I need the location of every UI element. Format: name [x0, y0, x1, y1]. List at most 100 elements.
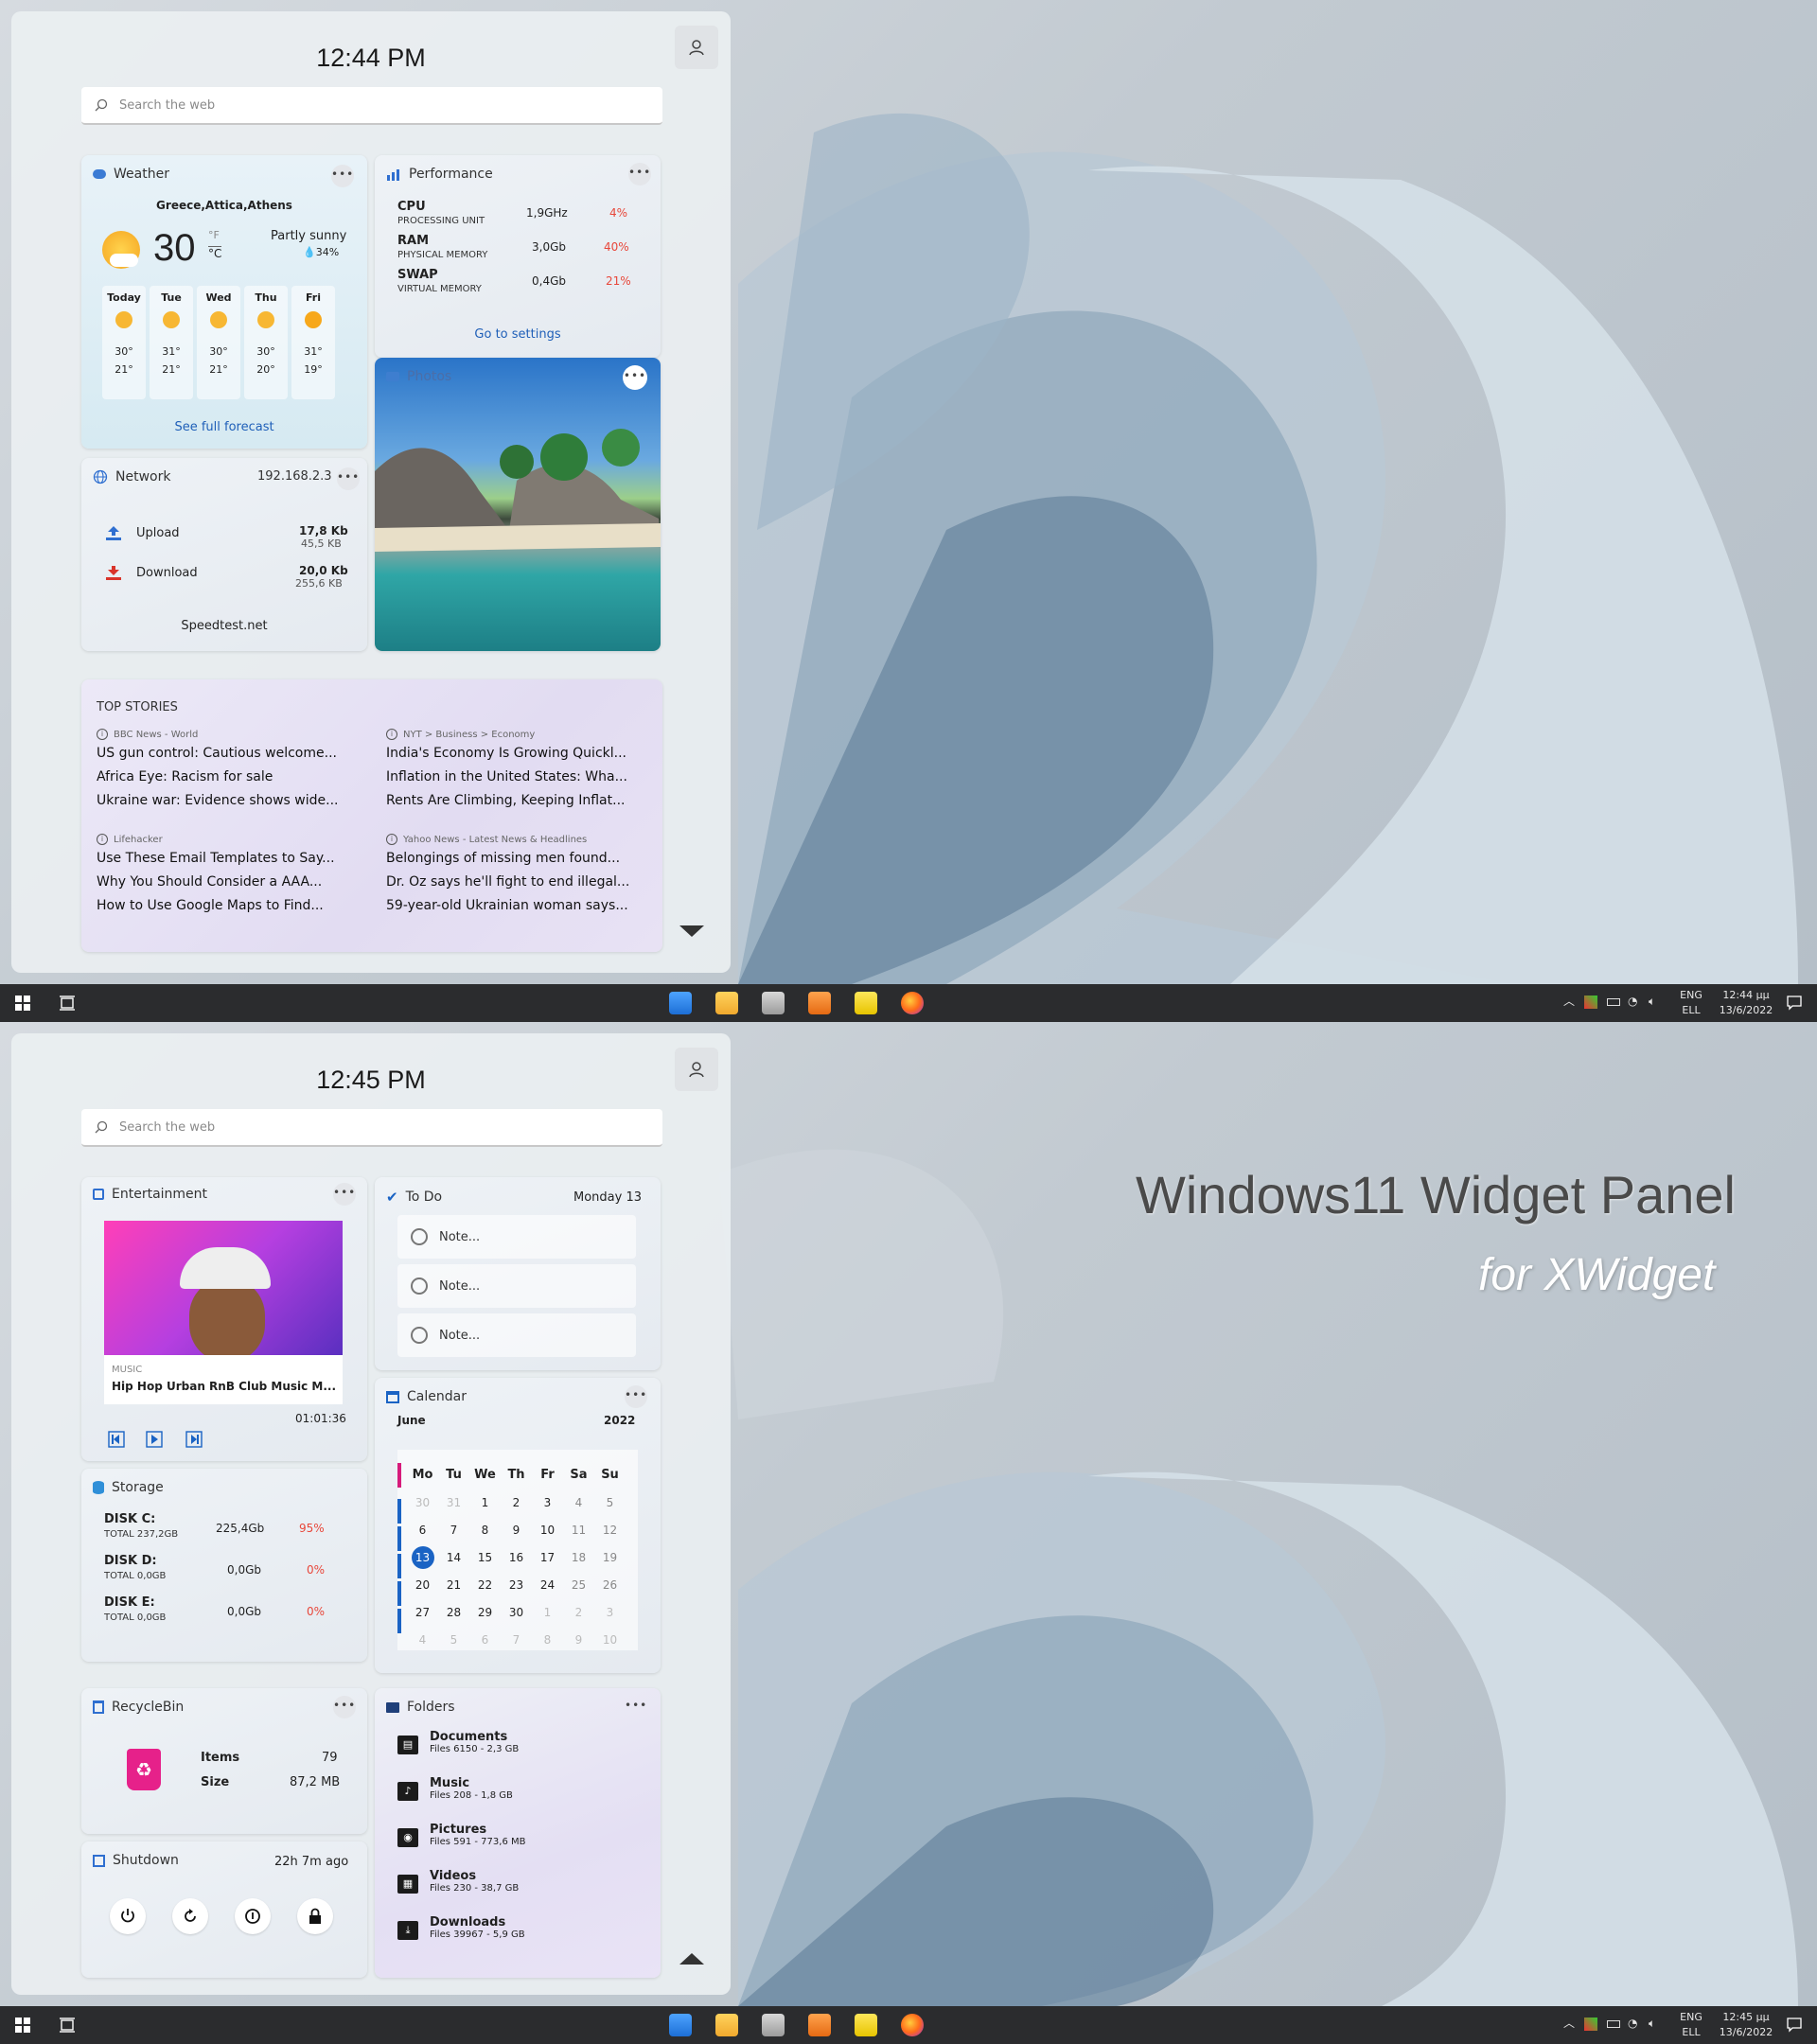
calendar-day[interactable]: 31 — [438, 1496, 469, 1509]
calendar-today[interactable]: 13 — [411, 1545, 434, 1569]
story-link[interactable]: Rents Are Climbing, Keeping Inflat... — [386, 793, 661, 817]
calendar-day[interactable]: 3 — [594, 1606, 626, 1619]
calendar-day[interactable]: 9 — [563, 1633, 594, 1647]
mail-app-icon[interactable] — [669, 992, 692, 1014]
wifi-icon[interactable]: ◔ — [1628, 2016, 1637, 2031]
calendar-day[interactable]: 25 — [563, 1578, 594, 1592]
story-link[interactable]: Dr. Oz says he'll fight to end illegal..… — [386, 874, 661, 898]
todo-checkbox[interactable] — [411, 1327, 428, 1344]
scroll-up-arrow-icon[interactable] — [678, 1951, 706, 1966]
photos-more-button[interactable]: ••• — [623, 365, 647, 390]
story-link[interactable]: Africa Eye: Racism for sale — [97, 769, 371, 793]
volume-icon[interactable]: 🔈︎ — [1649, 994, 1655, 1009]
calendar-day[interactable]: 10 — [532, 1524, 563, 1537]
folders-more-button[interactable]: ••• — [625, 1696, 647, 1718]
unit-f-toggle[interactable]: °F — [208, 229, 220, 241]
performance-more-button[interactable]: ••• — [628, 163, 651, 185]
music-track[interactable]: Hip Hop Urban RnB Club Music M... — [112, 1380, 336, 1393]
todo-text[interactable]: Note... — [439, 1230, 480, 1244]
todo-checkbox[interactable] — [411, 1278, 428, 1295]
todo-text[interactable]: Note... — [439, 1279, 480, 1294]
scroll-down-arrow-icon[interactable] — [678, 924, 706, 939]
calendar-day[interactable]: 4 — [407, 1633, 438, 1647]
calendar-day[interactable]: 24 — [532, 1578, 563, 1592]
calendar-day[interactable]: 1 — [532, 1606, 563, 1619]
folder-item-downloads[interactable]: ⤓ Downloads Files 39967 - 5,9 GB — [397, 1915, 525, 1940]
file-explorer-icon[interactable] — [715, 2014, 738, 2036]
task-view-icon[interactable] — [59, 996, 76, 1011]
todo-item[interactable]: Note... — [397, 1264, 636, 1308]
calendar-day[interactable]: 18 — [563, 1551, 594, 1564]
story-link[interactable]: Ukraine war: Evidence shows wide... — [97, 793, 371, 817]
calendar-day[interactable]: 19 — [594, 1551, 626, 1564]
calendar-day[interactable]: 7 — [438, 1524, 469, 1537]
restart-button[interactable] — [172, 1898, 208, 1934]
files-app-icon[interactable] — [762, 992, 785, 1014]
calendar-day[interactable]: 10 — [594, 1633, 626, 1647]
firefox-icon[interactable] — [901, 992, 924, 1014]
notification-center-icon[interactable] — [1787, 996, 1802, 1011]
folder-item-pictures[interactable]: ◉ Pictures Files 591 - 773,6 MB — [397, 1823, 525, 1847]
player-app-icon[interactable] — [855, 992, 877, 1014]
calendar-day[interactable]: 20 — [407, 1578, 438, 1592]
story-link[interactable]: Belongings of missing men found... — [386, 851, 661, 874]
calendar-day[interactable]: 28 — [438, 1606, 469, 1619]
search-box[interactable]: Search the web — [81, 87, 662, 125]
story-link[interactable]: 59-year-old Ukrainian woman says... — [386, 898, 661, 922]
calendar-day[interactable]: 15 — [469, 1551, 501, 1564]
calendar-day[interactable]: 23 — [501, 1578, 532, 1592]
calendar-day[interactable]: 5 — [438, 1633, 469, 1647]
play-icon[interactable] — [146, 1431, 163, 1448]
calendar-day[interactable]: 21 — [438, 1578, 469, 1592]
start-button-icon[interactable] — [15, 996, 30, 1011]
calendar-day[interactable]: 8 — [469, 1524, 501, 1537]
calendar-day[interactable]: 17 — [532, 1551, 563, 1564]
weather-more-button[interactable]: ••• — [331, 165, 354, 187]
folder-item-documents[interactable]: ▤ Documents Files 6150 - 2,3 GB — [397, 1730, 519, 1754]
calendar-day[interactable]: 2 — [501, 1496, 532, 1509]
calendar-more-button[interactable]: ••• — [625, 1385, 647, 1408]
story-link[interactable]: Use These Email Templates to Say... — [97, 851, 371, 874]
calendar-day[interactable]: 12 — [594, 1524, 626, 1537]
task-view-icon[interactable] — [59, 2018, 76, 2033]
wifi-icon[interactable]: ◔ — [1628, 994, 1637, 1009]
story-link[interactable]: Inflation in the United States: Wha... — [386, 769, 661, 793]
sleep-button[interactable] — [235, 1898, 271, 1934]
calendar-day[interactable]: 1 — [469, 1496, 501, 1509]
tray-app-icon[interactable] — [1584, 996, 1597, 1009]
calendar-day[interactable]: 11 — [563, 1524, 594, 1537]
todo-item[interactable]: Note... — [397, 1313, 636, 1357]
battery-icon[interactable] — [1607, 998, 1620, 1006]
tray-clock[interactable]: 12:44 μμ 13/6/2022 — [1713, 988, 1779, 1018]
calendar-day[interactable]: 3 — [532, 1496, 563, 1509]
camera-app-icon[interactable] — [808, 2014, 831, 2036]
firefox-icon[interactable] — [901, 2014, 924, 2036]
calendar-day[interactable]: 4 — [563, 1496, 594, 1509]
story-link[interactable]: Why You Should Consider a AAA... — [97, 874, 371, 898]
lock-button[interactable] — [297, 1898, 333, 1934]
todo-checkbox[interactable] — [411, 1228, 428, 1245]
calendar-day[interactable]: 16 — [501, 1551, 532, 1564]
calendar-day[interactable]: 6 — [407, 1524, 438, 1537]
file-explorer-icon[interactable] — [715, 992, 738, 1014]
calendar-day[interactable]: 22 — [469, 1578, 501, 1592]
folder-item-videos[interactable]: ▦ Videos Files 230 - 38,7 GB — [397, 1869, 519, 1894]
user-button[interactable] — [675, 1048, 718, 1091]
user-button[interactable] — [675, 26, 718, 69]
calendar-day[interactable]: 30 — [501, 1606, 532, 1619]
entertainment-more-button[interactable]: ••• — [333, 1183, 356, 1206]
next-track-icon[interactable] — [185, 1431, 203, 1448]
calendar-day[interactable]: 14 — [438, 1551, 469, 1564]
calendar-day[interactable]: 8 — [532, 1633, 563, 1647]
story-link[interactable]: How to Use Google Maps to Find... — [97, 898, 371, 922]
previous-track-icon[interactable] — [108, 1431, 125, 1448]
calendar-day[interactable]: 2 — [563, 1606, 594, 1619]
language-indicator[interactable]: ENG ELL — [1677, 2010, 1705, 2040]
language-indicator[interactable]: ENG ELL — [1677, 988, 1705, 1018]
speedtest-link[interactable]: Speedtest.net — [81, 619, 367, 633]
todo-text[interactable]: Note... — [439, 1329, 480, 1343]
camera-app-icon[interactable] — [808, 992, 831, 1014]
tray-app-icon[interactable] — [1584, 2018, 1597, 2031]
tray-chevron-icon[interactable]: ︿ — [1563, 994, 1575, 1009]
calendar-day[interactable]: 9 — [501, 1524, 532, 1537]
